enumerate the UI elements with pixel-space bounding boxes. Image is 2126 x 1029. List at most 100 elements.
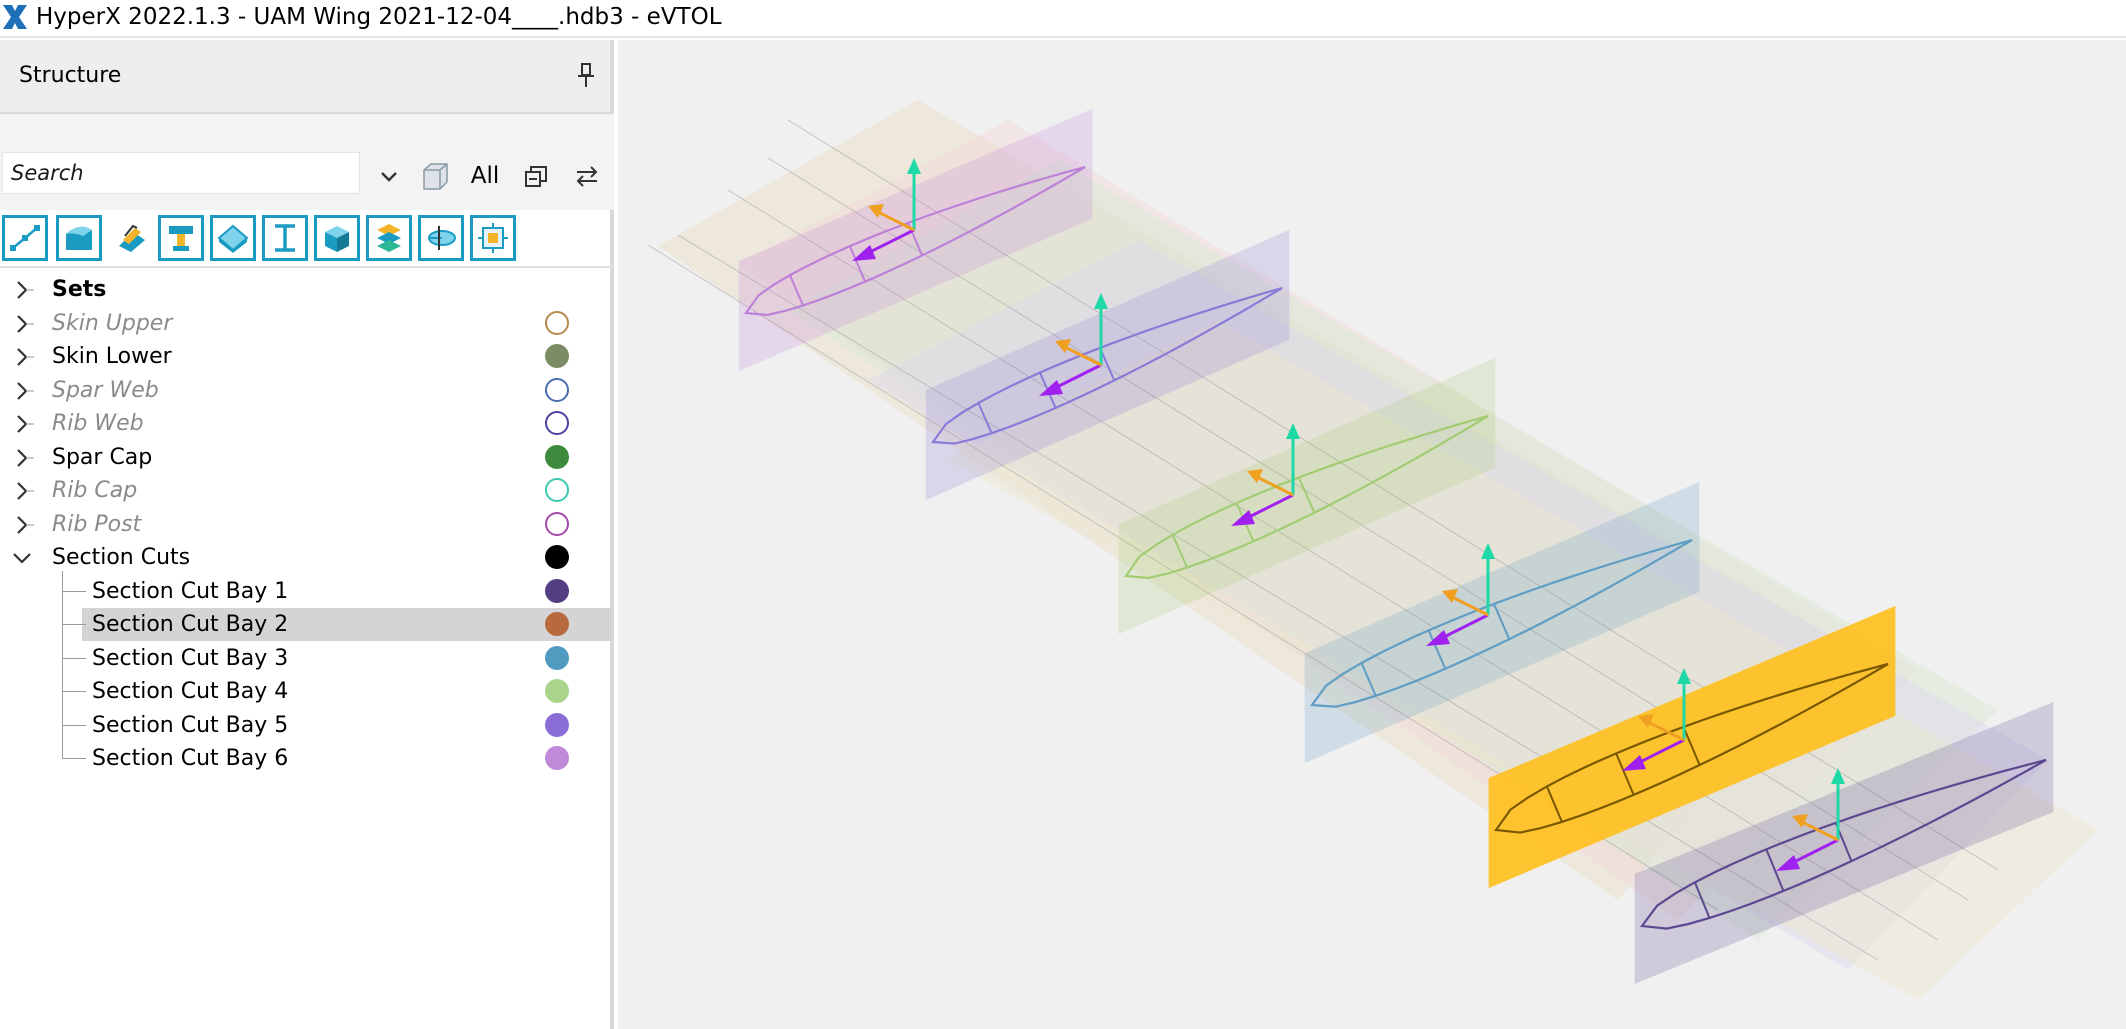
color-swatch[interactable] — [545, 545, 569, 569]
color-swatch[interactable] — [545, 746, 569, 770]
tree-connector — [62, 590, 86, 592]
element-type-toolbar — [0, 212, 614, 266]
tree-item-label: Spar Web — [52, 377, 159, 403]
tree-item[interactable]: Section Cuts — [0, 541, 612, 574]
chevron-down-icon[interactable] — [10, 546, 34, 570]
filter-all-button[interactable]: All — [468, 159, 502, 193]
color-swatch[interactable] — [545, 444, 569, 469]
tree-item[interactable]: Section Cut Bay 5 — [0, 709, 612, 742]
color-swatch[interactable] — [545, 377, 569, 402]
3d-viewport[interactable] — [618, 40, 2126, 1029]
tree-item[interactable]: Section Cut Bay 2 — [0, 608, 612, 641]
tree-connector — [62, 724, 86, 726]
pin-icon[interactable] — [571, 60, 601, 90]
rib-button[interactable] — [158, 215, 204, 261]
tree-item-label: Spar Cap — [52, 444, 153, 470]
tree-item-label: Sets — [52, 277, 107, 302]
section-cut-button[interactable] — [418, 215, 464, 261]
collapse-all-button[interactable] — [520, 159, 554, 193]
wing-3d-model[interactable] — [618, 40, 2126, 1029]
tree-item[interactable]: Skin Lower — [0, 340, 612, 373]
chevron-right-icon[interactable] — [10, 379, 34, 403]
panel-icon — [66, 226, 92, 250]
chevron-right-icon[interactable] — [10, 479, 34, 503]
tree-item-label: Rib Web — [52, 411, 144, 436]
tree-item[interactable]: Rib Post — [0, 508, 612, 541]
rib-icon — [169, 226, 193, 251]
tree-item-label: Skin Upper — [52, 310, 173, 336]
chevron-right-icon[interactable] — [10, 513, 34, 537]
beam-button[interactable] — [262, 215, 308, 261]
filter-all-label: All — [470, 163, 500, 189]
joints-button[interactable] — [2, 215, 48, 261]
tree-item[interactable]: Section Cut Bay 4 — [0, 675, 612, 708]
solid-icon — [325, 226, 349, 252]
chevron-right-icon[interactable] — [10, 446, 34, 470]
search-toolbar: All — [0, 114, 614, 210]
toolbar-divider — [0, 266, 612, 268]
tree-item-label: Rib Cap — [52, 478, 138, 503]
tree-item[interactable]: Skin Upper — [0, 307, 612, 340]
chevron-right-icon[interactable] — [10, 412, 34, 436]
tree-item-label: Section Cut Bay 4 — [92, 679, 289, 704]
color-swatch[interactable] — [545, 478, 569, 502]
swap-arrows-icon — [576, 166, 598, 187]
tree-connector — [62, 570, 63, 759]
tree-item[interactable]: Rib Cap — [0, 474, 612, 507]
joints-icon — [10, 225, 40, 251]
laminate-button[interactable] — [366, 215, 412, 261]
tree-item[interactable]: Section Cut Bay 6 — [0, 742, 612, 775]
color-swatch[interactable] — [545, 612, 569, 636]
color-swatch[interactable] — [545, 511, 569, 536]
tree-item[interactable]: Rib Web — [0, 407, 612, 440]
panel-button[interactable] — [56, 215, 102, 261]
tree-item-label: Rib Post — [52, 511, 142, 537]
plate-button[interactable] — [210, 215, 256, 261]
color-swatch[interactable] — [545, 679, 569, 703]
cube-icon — [423, 163, 448, 190]
tree-connector — [62, 758, 86, 759]
tree-item-label: Section Cut Bay 6 — [92, 746, 289, 771]
chevron-right-icon[interactable] — [10, 312, 34, 336]
tree-connector — [62, 691, 86, 692]
tree-item-label: Section Cut Bay 2 — [92, 612, 289, 637]
ply-button[interactable] — [108, 215, 154, 261]
tree-item-label: Skin Lower — [52, 344, 172, 369]
chevron-down-icon — [381, 172, 397, 182]
chevron-right-icon[interactable] — [10, 345, 34, 369]
fastener-button[interactable] — [470, 215, 516, 261]
hyperx-logo-icon — [3, 5, 27, 29]
tree-connector — [62, 624, 86, 625]
fastener-icon — [478, 223, 508, 253]
view-filter-button[interactable] — [418, 159, 452, 193]
swap-button[interactable] — [570, 159, 604, 193]
tree-item[interactable]: Sets — [0, 273, 612, 306]
tree-item-label: Section Cut Bay 1 — [92, 578, 289, 604]
tree-item[interactable]: Section Cut Bay 3 — [0, 642, 612, 675]
color-swatch[interactable] — [545, 645, 569, 670]
tree-item-label: Section Cuts — [52, 545, 191, 570]
tree-item[interactable]: Spar Cap — [0, 441, 612, 474]
tree-item[interactable]: Spar Web — [0, 374, 612, 407]
search-input[interactable] — [2, 152, 360, 194]
plate-icon — [217, 224, 249, 253]
color-swatch[interactable] — [545, 712, 569, 737]
color-swatch[interactable] — [545, 310, 569, 335]
solid-button[interactable] — [314, 215, 360, 261]
tree-item[interactable]: Section Cut Bay 1 — [0, 575, 612, 608]
color-swatch[interactable] — [545, 578, 569, 603]
ply-icon — [119, 224, 145, 252]
search-dropdown-button[interactable] — [372, 159, 406, 193]
laminate-icon — [377, 224, 401, 252]
tree-connector — [62, 657, 86, 659]
chevron-right-icon[interactable] — [10, 278, 34, 302]
tree-item-label: Section Cut Bay 5 — [92, 712, 289, 738]
panel-title: Structure — [19, 63, 122, 88]
color-swatch[interactable] — [545, 344, 569, 368]
section-cut-icon — [428, 226, 456, 250]
structure-panel: Structure All — [0, 40, 614, 1029]
collapse-all-icon — [525, 166, 547, 187]
beam-icon — [275, 224, 295, 252]
color-swatch[interactable] — [545, 411, 569, 435]
window-title: HyperX 2022.1.3 - UAM Wing 2021-12-04___… — [36, 4, 722, 30]
